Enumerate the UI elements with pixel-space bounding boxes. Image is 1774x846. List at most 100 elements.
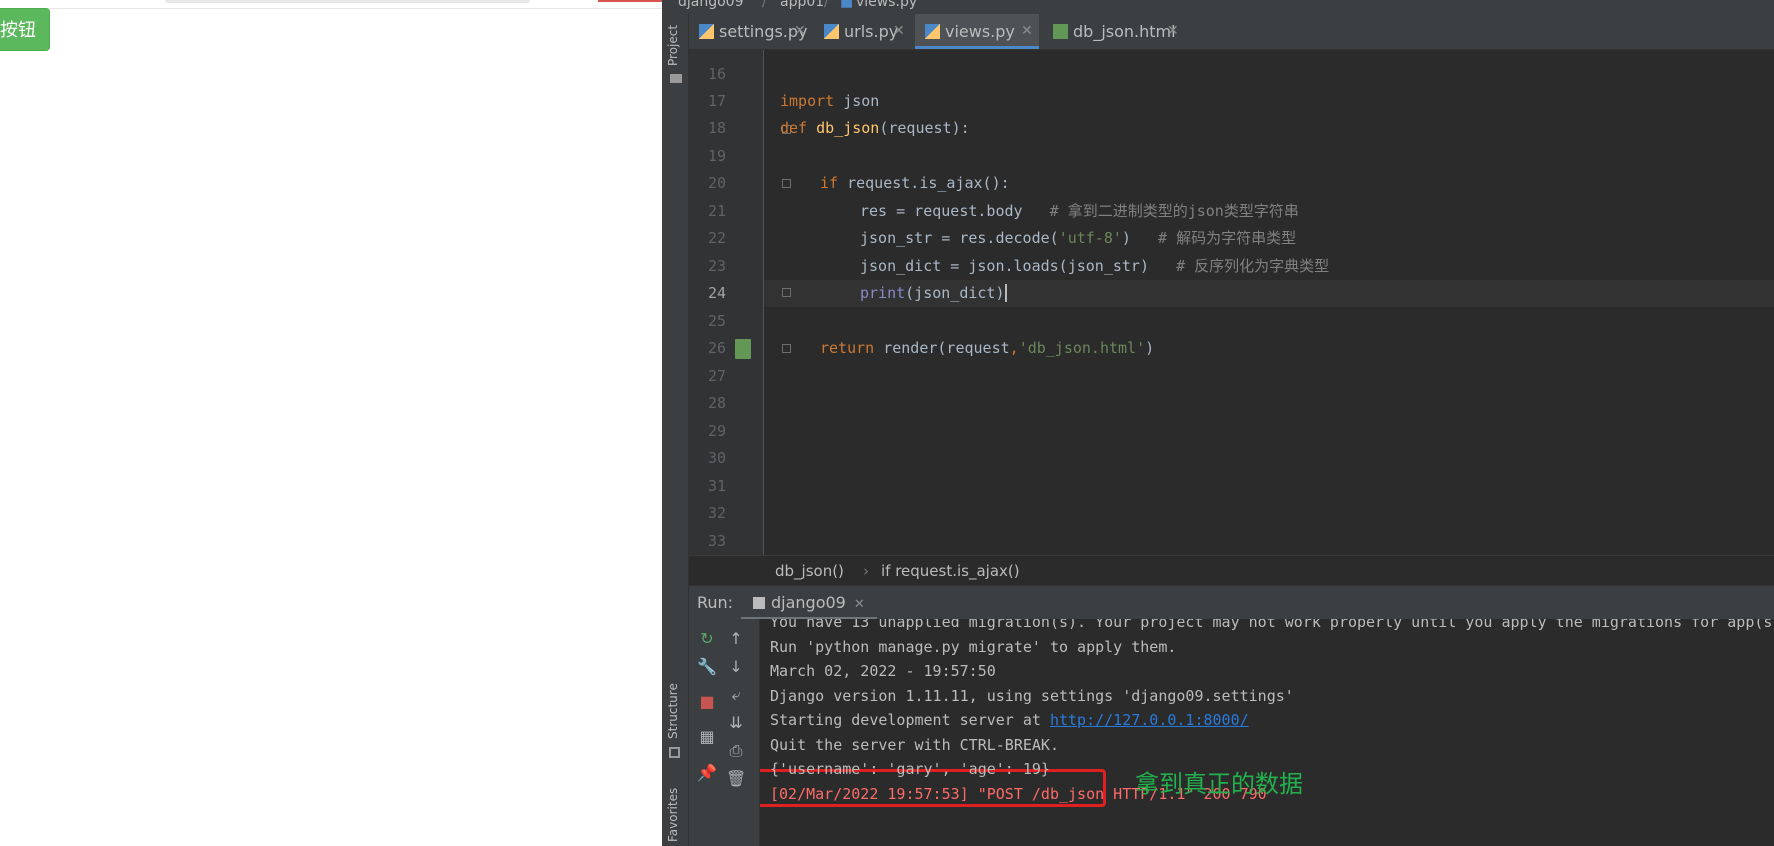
keyword: import [780,92,835,110]
browser-address-bar[interactable] [165,0,530,3]
browser-red-element [598,0,662,2]
close-icon[interactable]: ✕ [794,14,806,49]
stop-icon[interactable]: ■ [697,692,717,712]
fold-marker-icon[interactable] [782,179,791,188]
code-line-18: def db_json(request): [780,118,970,138]
python-file-icon [699,24,714,39]
builtin-function: print [860,284,906,302]
code-text: (request): [879,119,970,137]
line-number: 33 [707,532,726,550]
close-icon[interactable]: ✕ [854,597,865,612]
code-editor[interactable]: 16 17 18 19 20 21 22 23 24 25 26 27 28 2… [689,50,1774,555]
console-line: Django version 1.11.11, using settings '… [770,687,1294,705]
line-number: 28 [707,394,726,412]
tab-settings[interactable]: settings.py ✕ [689,14,812,49]
breadcrumb-condition[interactable]: if request.is_ajax() [881,556,1020,586]
arrow-up-icon[interactable]: ↑ [726,629,746,649]
project-tool-tab[interactable]: Project [666,25,680,66]
console-output-dict: {'username': 'gary', 'age': 19} [770,760,1050,778]
line-number: 29 [707,422,726,440]
tab-views-active[interactable]: views.py ✕ [915,14,1039,49]
structure-icon [669,747,680,758]
keyword: def [780,119,808,137]
html-gutter-icon[interactable] [735,339,751,359]
line-number: 21 [707,202,726,220]
string-literal: 'db_json.html' [1018,339,1146,357]
python-file-icon: ■ [840,0,854,10]
close-icon[interactable]: ✕ [1167,14,1179,49]
fold-marker-icon[interactable] [782,288,791,297]
line-number: 19 [707,147,726,165]
console-line: Run 'python manage.py migrate' to apply … [770,638,1177,656]
server-url-link[interactable]: http://127.0.0.1:8000/ [1050,711,1249,729]
line-number: 22 [707,229,726,247]
browser-page: 按钮 [0,0,662,846]
breadcrumb-function[interactable]: db_json() [775,556,844,586]
close-icon[interactable]: ✕ [1021,14,1033,49]
tab-db-json-html[interactable]: db_json.html ✕ [1043,14,1185,49]
html-file-icon [1053,24,1068,39]
code-comma: , [1009,339,1019,357]
nav-crumb-project[interactable]: django09 [678,0,744,10]
favorites-tool-tab[interactable]: Favorites [666,788,680,842]
left-tool-strip: Project Structure Favorites [662,14,689,846]
code-text: res = request.body [860,202,1050,220]
code-text: json_dict = json.loads(json_str) [860,257,1177,275]
code-line-24: print(json_dict) [860,283,1007,303]
code-comment: # 反序列化为字典类型 [1176,257,1330,275]
line-number: 16 [707,65,726,83]
run-tab-django09[interactable]: django09 ✕ [741,586,877,620]
code-line-20: if request.is_ajax(): [820,173,1010,193]
fold-marker-icon[interactable] [782,344,791,353]
nav-crumb-app[interactable]: app01 [780,0,824,10]
python-file-icon [925,24,940,39]
django-icon [753,597,765,609]
code-text: (json_dict) [905,284,1005,302]
annotation-label: 拿到真正的数据 [1135,770,1303,798]
console-line: March 02, 2022 - 19:57:50 [770,662,996,680]
run-console-output[interactable]: You have 13 unapplied migration(s). Your… [760,619,1774,846]
rerun-icon[interactable]: ↻ [697,629,717,649]
layout-icon[interactable]: ▦ [697,727,717,747]
function-name: db_json [816,119,880,137]
string-literal: 'utf-8' [1058,229,1122,247]
code-line-23: json_dict = json.loads(json_str) # 反序列化为… [860,256,1329,276]
code-text: request.is_ajax(): [838,174,1010,192]
line-number: 23 [707,257,726,275]
run-tab-label: django09 [771,593,846,612]
soft-wrap-icon[interactable]: ⤶ [726,685,746,705]
run-toolbar: ↻ ↑ ↓ 🔧 ■ ⤶ ⇊ ▦ ⎙ 📌 🗑 [689,619,760,846]
keyword: return [820,339,875,357]
line-number: 18 [707,119,726,137]
line-number: 17 [707,92,726,110]
text-caret [1004,284,1007,302]
code-breadcrumb: db_json() › if request.is_ajax() [689,555,1774,586]
trash-icon[interactable]: 🗑 [726,769,746,789]
structure-tool-tab[interactable]: Structure [666,683,680,739]
pin-icon[interactable]: 📌 [697,763,717,783]
close-icon[interactable]: ✕ [893,14,905,49]
line-number-current: 24 [707,284,726,302]
scroll-to-end-icon[interactable]: ⇊ [726,713,746,733]
line-number: 30 [707,449,726,467]
code-text: render(request [874,339,1010,357]
keyword: if [820,174,839,192]
code-text: json_str = res.decode( [860,229,1059,247]
submit-button[interactable]: 按钮 [0,8,50,51]
python-file-icon [824,24,839,39]
run-panel-header: Run: django09 ✕ [689,585,1774,620]
editor-tabs: settings.py ✕ urls.py ✕ views.py ✕ db_js… [689,14,1774,50]
line-number: 31 [707,477,726,495]
arrow-down-icon[interactable]: ↓ [726,657,746,677]
pycharm-window: django09 / app01 / ■ views.py Project St… [662,0,1774,846]
tab-label: urls.py [844,22,899,41]
console-line: Quit the server with CTRL-BREAK. [770,736,1059,754]
wrench-icon[interactable]: 🔧 [697,657,717,677]
line-number: 20 [707,174,726,192]
nav-crumb-file[interactable]: views.py [856,0,917,10]
print-icon[interactable]: ⎙ [726,741,746,761]
line-number-gutter: 16 17 18 19 20 21 22 23 24 25 26 27 28 2… [689,50,764,555]
console-text: Starting development server at [770,711,1050,729]
tab-urls[interactable]: urls.py ✕ [814,14,911,49]
tab-label: db_json.html [1073,22,1176,41]
